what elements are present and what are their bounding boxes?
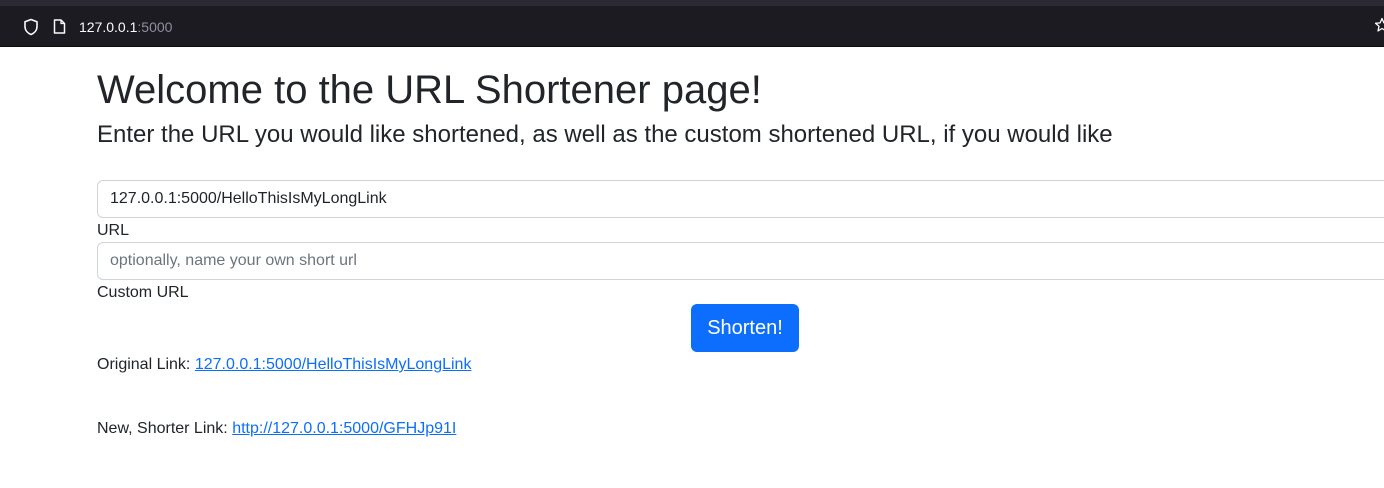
star-icon[interactable] [1374,17,1384,33]
custom-url-input[interactable] [97,242,1384,280]
shield-icon[interactable] [23,18,39,36]
custom-url-label: Custom URL [97,284,189,301]
tab-strip-edge [0,0,1384,6]
address-bar[interactable] [16,9,1384,43]
browser-toolbar [0,0,1384,46]
page-subtitle: Enter the URL you would like shortened, … [97,121,1113,148]
new-short-link[interactable]: http://127.0.0.1:5000/GFHJp91I [232,420,456,437]
address-text[interactable]: 127.0.0.1:5000 [79,18,172,36]
url-label: URL [97,222,130,239]
address-host: 127.0.0.1 [79,19,138,35]
new-link-row: New, Shorter Link: http://127.0.0.1:5000… [97,419,456,439]
page-title: Welcome to the URL Shortener page! [97,68,762,112]
shorten-button[interactable]: Shorten! [691,304,799,352]
page-icon [53,19,66,34]
content-divider [0,46,1384,47]
new-link-label: New, Shorter Link: [97,420,228,437]
original-link-label: Original Link: [97,356,191,373]
original-link-row: Original Link: 127.0.0.1:5000/HelloThisI… [97,355,471,375]
original-link[interactable]: 127.0.0.1:5000/HelloThisIsMyLongLink [195,356,472,373]
address-port: :5000 [137,19,173,35]
url-input[interactable] [97,180,1384,218]
